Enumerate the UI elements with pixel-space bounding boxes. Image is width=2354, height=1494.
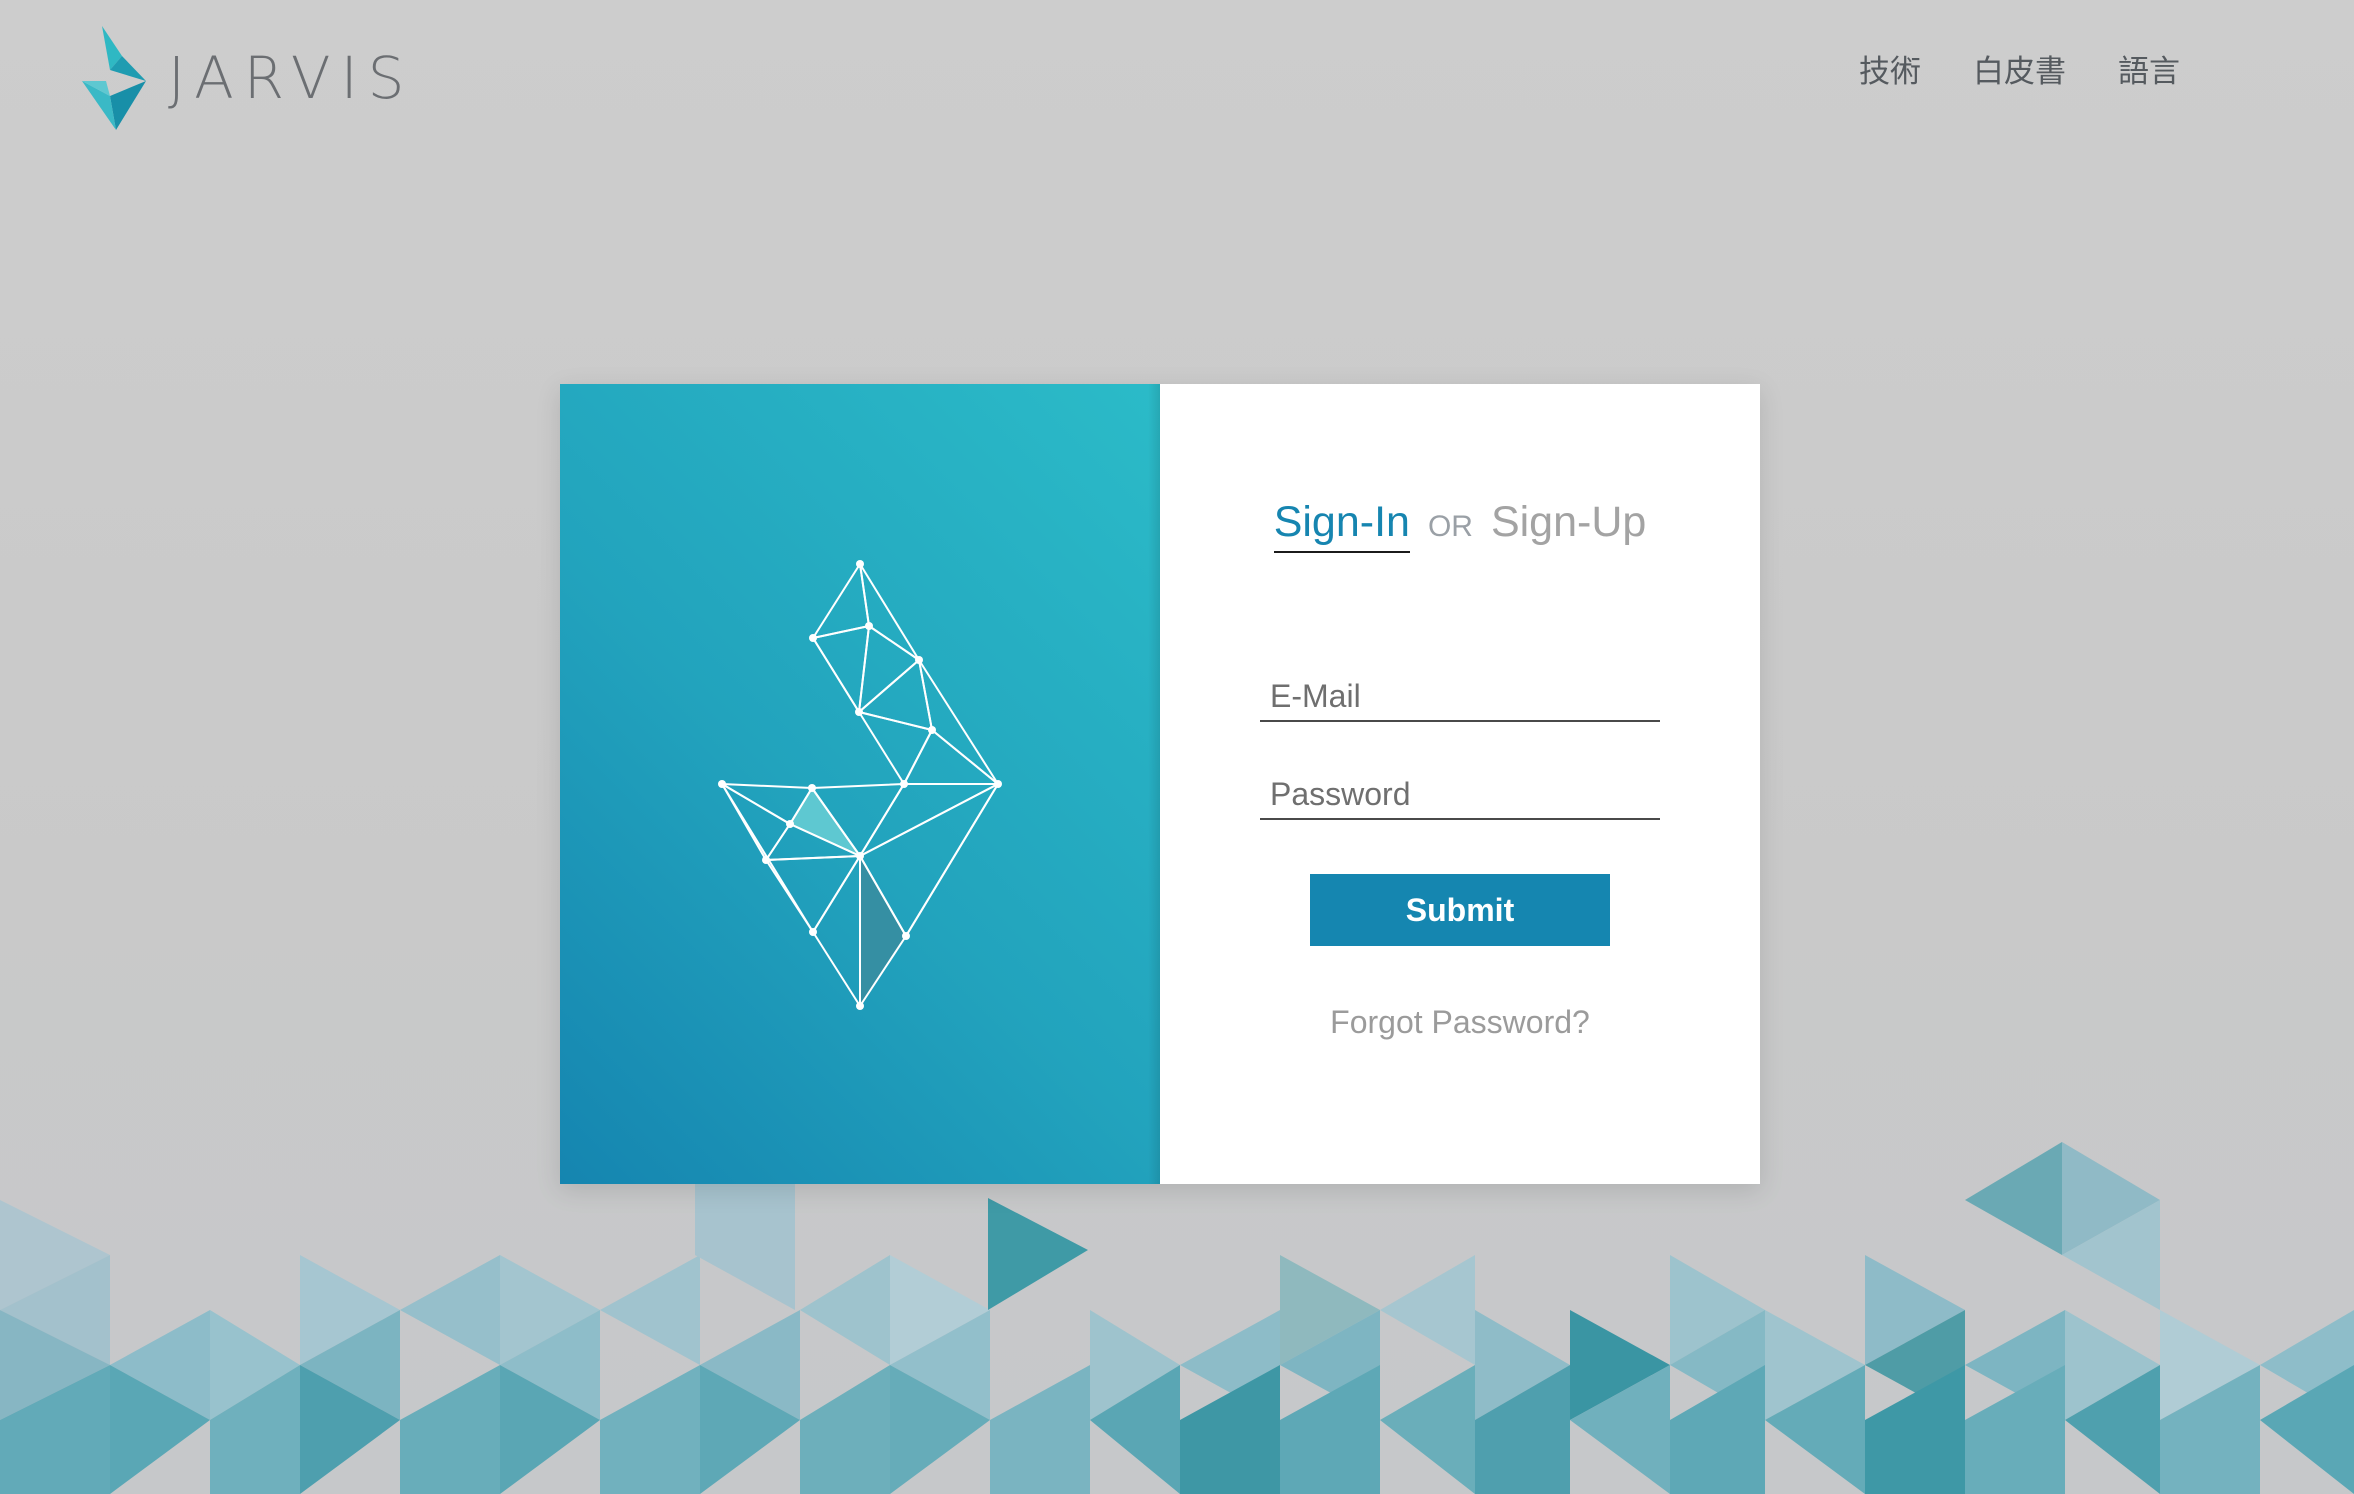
nav-item-whitepaper[interactable]: 白皮書 bbox=[1973, 46, 2066, 91]
brand-name: JARVIS bbox=[168, 44, 415, 112]
submit-button[interactable]: Submit bbox=[1310, 874, 1610, 946]
auth-tabs: Sign-In OR Sign-Up bbox=[1160, 498, 1760, 553]
auth-form-panel: Sign-In OR Sign-Up Submit Forgot Password? bbox=[1160, 384, 1760, 1184]
forgot-password-link[interactable]: Forgot Password? bbox=[1160, 1004, 1760, 1041]
auth-illustration-panel bbox=[560, 384, 1160, 1184]
tab-sign-in[interactable]: Sign-In bbox=[1273, 498, 1410, 553]
jarvis-logo-icon bbox=[82, 26, 146, 130]
tab-sign-up[interactable]: Sign-Up bbox=[1491, 498, 1646, 547]
brand-logo[interactable]: JARVIS bbox=[82, 26, 415, 130]
password-field[interactable] bbox=[1260, 770, 1660, 820]
triangle-mosaic bbox=[0, 1142, 2354, 1494]
tab-separator-or: OR bbox=[1427, 510, 1473, 543]
email-field[interactable] bbox=[1260, 672, 1660, 722]
nav-item-technology[interactable]: 技術 bbox=[1859, 46, 1921, 91]
top-nav: 技術 白皮書 語言 bbox=[1859, 46, 2180, 91]
nav-item-language[interactable]: 語言 bbox=[2118, 46, 2180, 91]
auth-card: Sign-In OR Sign-Up Submit Forgot Password? bbox=[560, 384, 1760, 1184]
top-header: JARVIS 技術 白皮書 語言 bbox=[0, 0, 2354, 140]
geometric-logo-icon bbox=[718, 560, 1002, 1010]
